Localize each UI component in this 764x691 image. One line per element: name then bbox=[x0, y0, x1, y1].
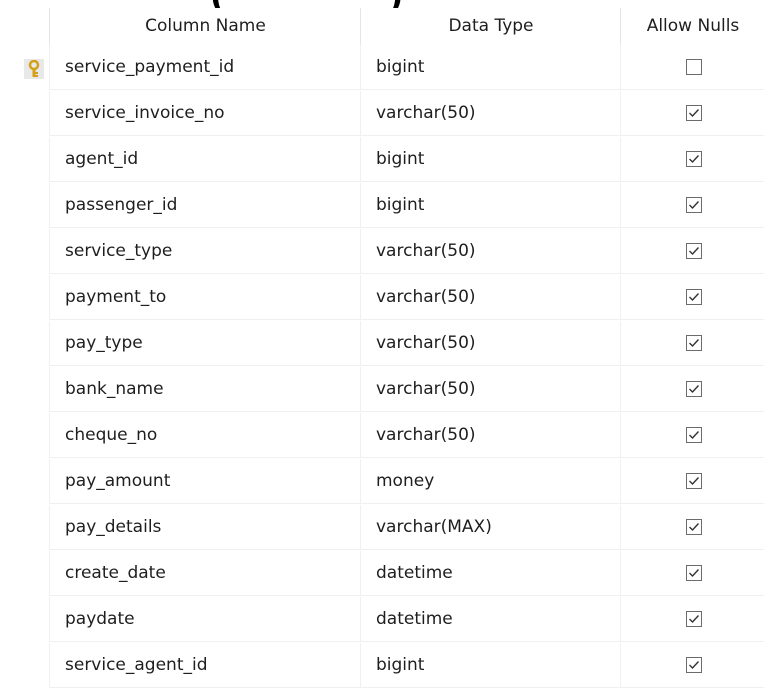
allow-nulls-cell bbox=[620, 643, 764, 688]
checkbox-checked-icon[interactable] bbox=[686, 151, 702, 167]
column-name-cell[interactable]: service_agent_id bbox=[49, 643, 360, 688]
row-selector[interactable] bbox=[0, 413, 48, 459]
allow-nulls-cell bbox=[620, 45, 764, 90]
row-selector[interactable] bbox=[0, 597, 48, 643]
data-type-cell[interactable]: varchar(50) bbox=[360, 413, 620, 458]
table-designer-grid: Column Name Data Type Allow Nulls servic… bbox=[0, 8, 764, 689]
column-name-header[interactable]: Column Name bbox=[49, 8, 361, 45]
row-selector[interactable] bbox=[0, 321, 48, 367]
allow-nulls-header[interactable]: Allow Nulls bbox=[620, 8, 764, 45]
data-type-cell[interactable]: varchar(50) bbox=[360, 229, 620, 274]
table-row[interactable]: paydate datetime bbox=[0, 597, 764, 643]
data-type-cell[interactable]: datetime bbox=[360, 597, 620, 642]
column-name-cell[interactable]: bank_name bbox=[49, 367, 360, 412]
allow-nulls-cell bbox=[620, 505, 764, 550]
table-row[interactable]: service_invoice_no varchar(50) bbox=[0, 91, 764, 137]
column-name-cell[interactable]: service_invoice_no bbox=[49, 91, 360, 136]
table-row[interactable]: passenger_id bigint bbox=[0, 183, 764, 229]
table-row[interactable]: service_type varchar(50) bbox=[0, 229, 764, 275]
checkbox-checked-icon[interactable] bbox=[686, 381, 702, 397]
data-type-cell[interactable]: varchar(MAX) bbox=[360, 505, 620, 550]
table-row[interactable]: bank_name varchar(50) bbox=[0, 367, 764, 413]
data-type-cell[interactable]: money bbox=[360, 459, 620, 504]
checkbox-checked-icon[interactable] bbox=[686, 473, 702, 489]
checkbox-checked-icon[interactable] bbox=[686, 197, 702, 213]
row-selector[interactable] bbox=[0, 367, 48, 413]
table-row[interactable]: pay_details varchar(MAX) bbox=[0, 505, 764, 551]
column-name-cell[interactable]: pay_type bbox=[49, 321, 360, 366]
allow-nulls-cell bbox=[620, 275, 764, 320]
table-row[interactable]: pay_amount money bbox=[0, 459, 764, 505]
checkbox-checked-icon[interactable] bbox=[686, 289, 702, 305]
data-type-header[interactable]: Data Type bbox=[360, 8, 621, 45]
allow-nulls-cell bbox=[620, 91, 764, 136]
checkbox-checked-icon[interactable] bbox=[686, 427, 702, 443]
checkbox-checked-icon[interactable] bbox=[686, 243, 702, 259]
row-selector[interactable] bbox=[0, 45, 48, 91]
clipped-title: (_________) bbox=[0, 0, 764, 8]
allow-nulls-cell bbox=[620, 229, 764, 274]
data-type-cell[interactable]: bigint bbox=[360, 137, 620, 182]
grid-rows: service_payment_id bigint service_invoice_… bbox=[0, 45, 764, 689]
column-name-cell[interactable]: pay_details bbox=[49, 505, 360, 550]
key-icon bbox=[24, 59, 44, 79]
column-name-cell[interactable]: create_date bbox=[49, 551, 360, 596]
data-type-cell[interactable]: varchar(50) bbox=[360, 91, 620, 136]
row-selector-header[interactable] bbox=[0, 8, 49, 45]
data-type-cell[interactable]: bigint bbox=[360, 183, 620, 228]
grid-header: Column Name Data Type Allow Nulls bbox=[0, 8, 764, 45]
column-name-cell[interactable]: cheque_no bbox=[49, 413, 360, 458]
table-row[interactable]: service_agent_id bigint bbox=[0, 643, 764, 689]
row-selector[interactable] bbox=[0, 643, 48, 689]
column-name-cell[interactable]: payment_to bbox=[49, 275, 360, 320]
table-row[interactable]: payment_to varchar(50) bbox=[0, 275, 764, 321]
checkbox-checked-icon[interactable] bbox=[686, 657, 702, 673]
checkbox-checked-icon[interactable] bbox=[686, 519, 702, 535]
column-name-cell[interactable]: service_payment_id bbox=[49, 45, 360, 90]
row-selector[interactable] bbox=[0, 183, 48, 229]
data-type-cell[interactable]: varchar(50) bbox=[360, 275, 620, 320]
allow-nulls-cell bbox=[620, 367, 764, 412]
table-row[interactable]: cheque_no varchar(50) bbox=[0, 413, 764, 459]
row-selector[interactable] bbox=[0, 551, 48, 597]
data-type-cell[interactable]: varchar(50) bbox=[360, 367, 620, 412]
data-type-cell[interactable]: bigint bbox=[360, 643, 620, 688]
checkbox-checked-icon[interactable] bbox=[686, 565, 702, 581]
table-row[interactable]: agent_id bigint bbox=[0, 137, 764, 183]
column-name-cell[interactable]: agent_id bbox=[49, 137, 360, 182]
allow-nulls-cell bbox=[620, 183, 764, 228]
checkbox-unchecked-icon[interactable] bbox=[686, 59, 702, 75]
allow-nulls-cell bbox=[620, 413, 764, 458]
allow-nulls-cell bbox=[620, 551, 764, 596]
data-type-cell[interactable]: bigint bbox=[360, 45, 620, 90]
data-type-cell[interactable]: varchar(50) bbox=[360, 321, 620, 366]
allow-nulls-cell bbox=[620, 597, 764, 642]
column-name-cell[interactable]: service_type bbox=[49, 229, 360, 274]
checkbox-checked-icon[interactable] bbox=[686, 611, 702, 627]
row-selector[interactable] bbox=[0, 229, 48, 275]
row-selector[interactable] bbox=[0, 459, 48, 505]
table-row[interactable]: service_payment_id bigint bbox=[0, 45, 764, 91]
clipped-title-text: (_________) bbox=[210, 0, 405, 8]
table-row[interactable]: pay_type varchar(50) bbox=[0, 321, 764, 367]
checkbox-checked-icon[interactable] bbox=[686, 105, 702, 121]
row-selector[interactable] bbox=[0, 137, 48, 183]
checkbox-checked-icon[interactable] bbox=[686, 335, 702, 351]
allow-nulls-cell bbox=[620, 459, 764, 504]
row-selector[interactable] bbox=[0, 275, 48, 321]
column-name-cell[interactable]: pay_amount bbox=[49, 459, 360, 504]
column-name-cell[interactable]: paydate bbox=[49, 597, 360, 642]
row-selector[interactable] bbox=[0, 505, 48, 551]
allow-nulls-cell bbox=[620, 137, 764, 182]
table-row[interactable]: create_date datetime bbox=[0, 551, 764, 597]
allow-nulls-cell bbox=[620, 321, 764, 366]
column-name-cell[interactable]: passenger_id bbox=[49, 183, 360, 228]
row-selector[interactable] bbox=[0, 91, 48, 137]
data-type-cell[interactable]: datetime bbox=[360, 551, 620, 596]
